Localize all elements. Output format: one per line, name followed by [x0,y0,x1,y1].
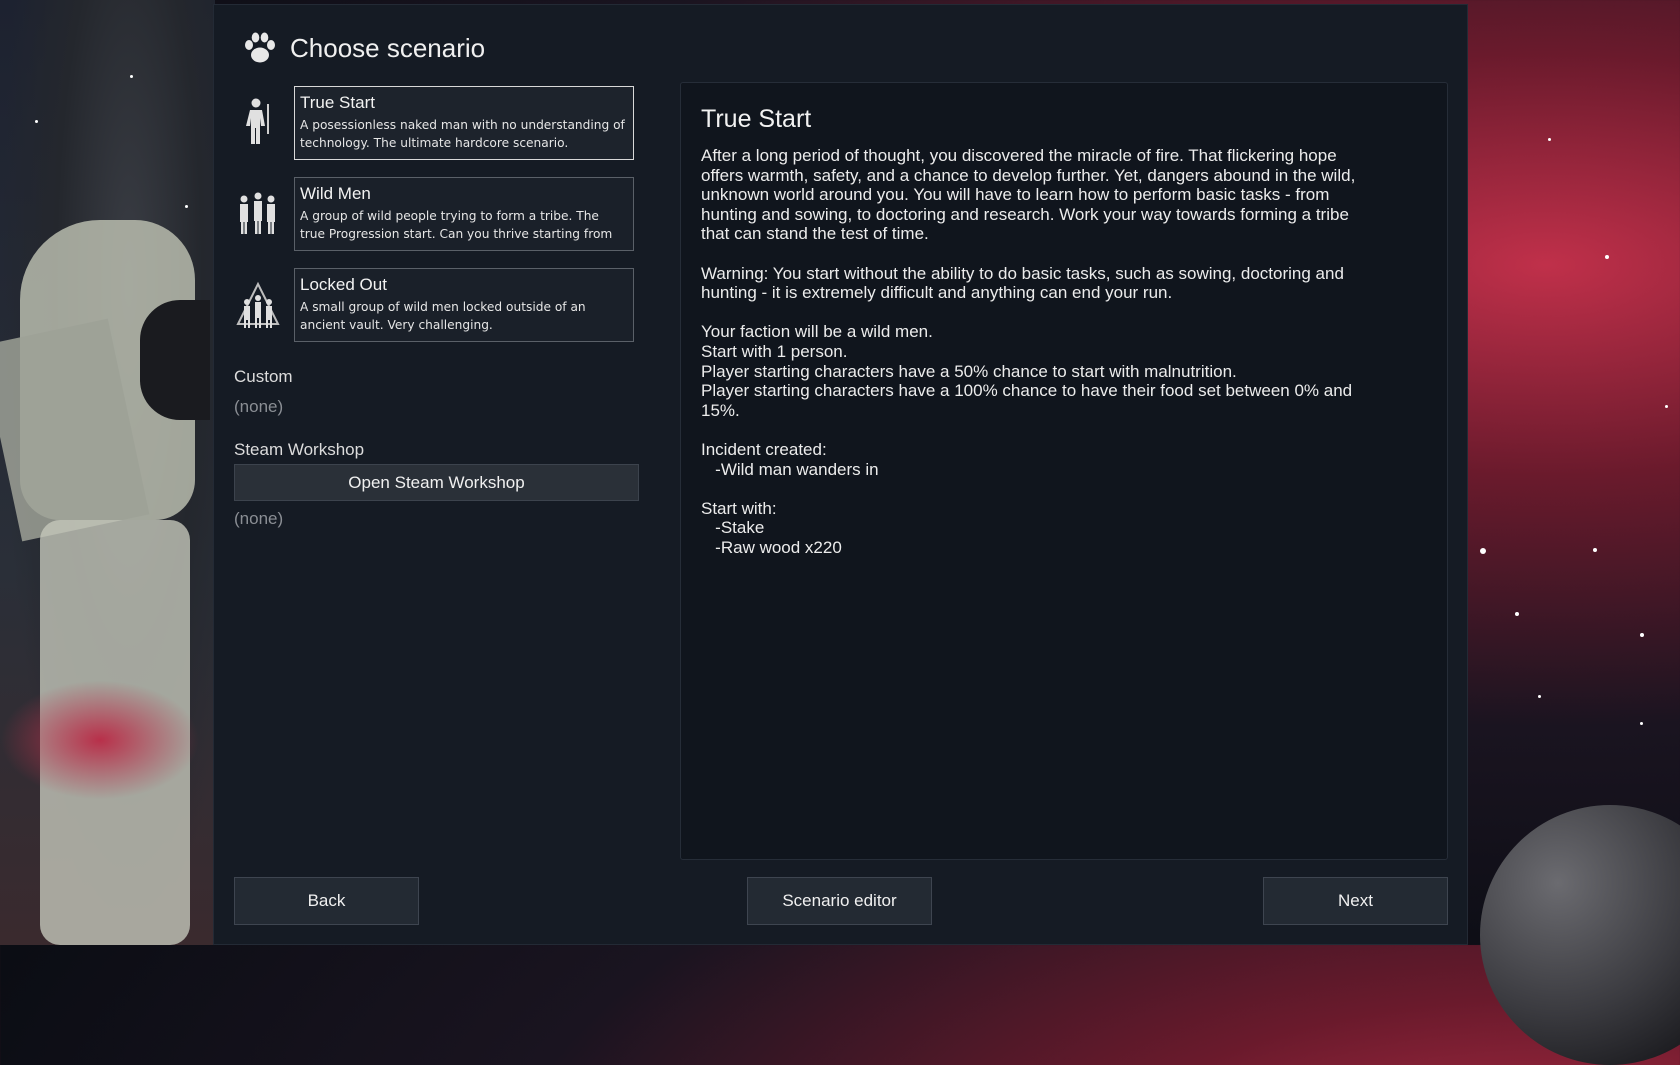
dialog-title: Choose scenario [290,32,486,63]
scenario-description: A small group of wild men locked outside… [300,300,586,332]
back-button[interactable]: Back [234,877,419,925]
locked-group-icon [236,281,280,328]
scenario-name: Wild Men [300,184,371,203]
background-astronaut-art [0,0,215,945]
single-man-icon [246,98,269,144]
scenario-detail-panel: True Start After a long period of though… [680,82,1448,860]
choose-scenario-dialog: Choose scenario True Start A posessionle… [213,4,1468,945]
next-button[interactable]: Next [1263,877,1448,925]
workshop-none-value: (none) [234,509,284,528]
scenario-wild-men[interactable]: Wild Men A group of wild people trying t… [234,177,634,251]
wild-group-icon [240,192,275,234]
scenario-description: A posessionless naked man with no unders… [300,118,625,150]
custom-none-value: (none) [234,397,284,416]
paw-icon [245,32,275,63]
background-planet [1480,805,1680,1065]
detail-title: True Start [701,105,812,133]
scenario-name: True Start [300,93,375,112]
detail-description: After a long period of thought, you disc… [701,146,1356,557]
scenario-locked-out[interactable]: Locked Out A small group of wild men loc… [234,268,634,342]
scenario-true-start[interactable]: True Start A posessionless naked man wit… [234,86,634,160]
scenario-description: A group of wild people trying to form a … [300,209,613,241]
custom-section-label: Custom [234,367,293,386]
open-steam-workshop-button[interactable]: Open Steam Workshop [234,464,639,501]
scenario-name: Locked Out [300,275,387,294]
scenario-editor-button[interactable]: Scenario editor [747,877,932,925]
workshop-section-label: Steam Workshop [234,440,365,459]
